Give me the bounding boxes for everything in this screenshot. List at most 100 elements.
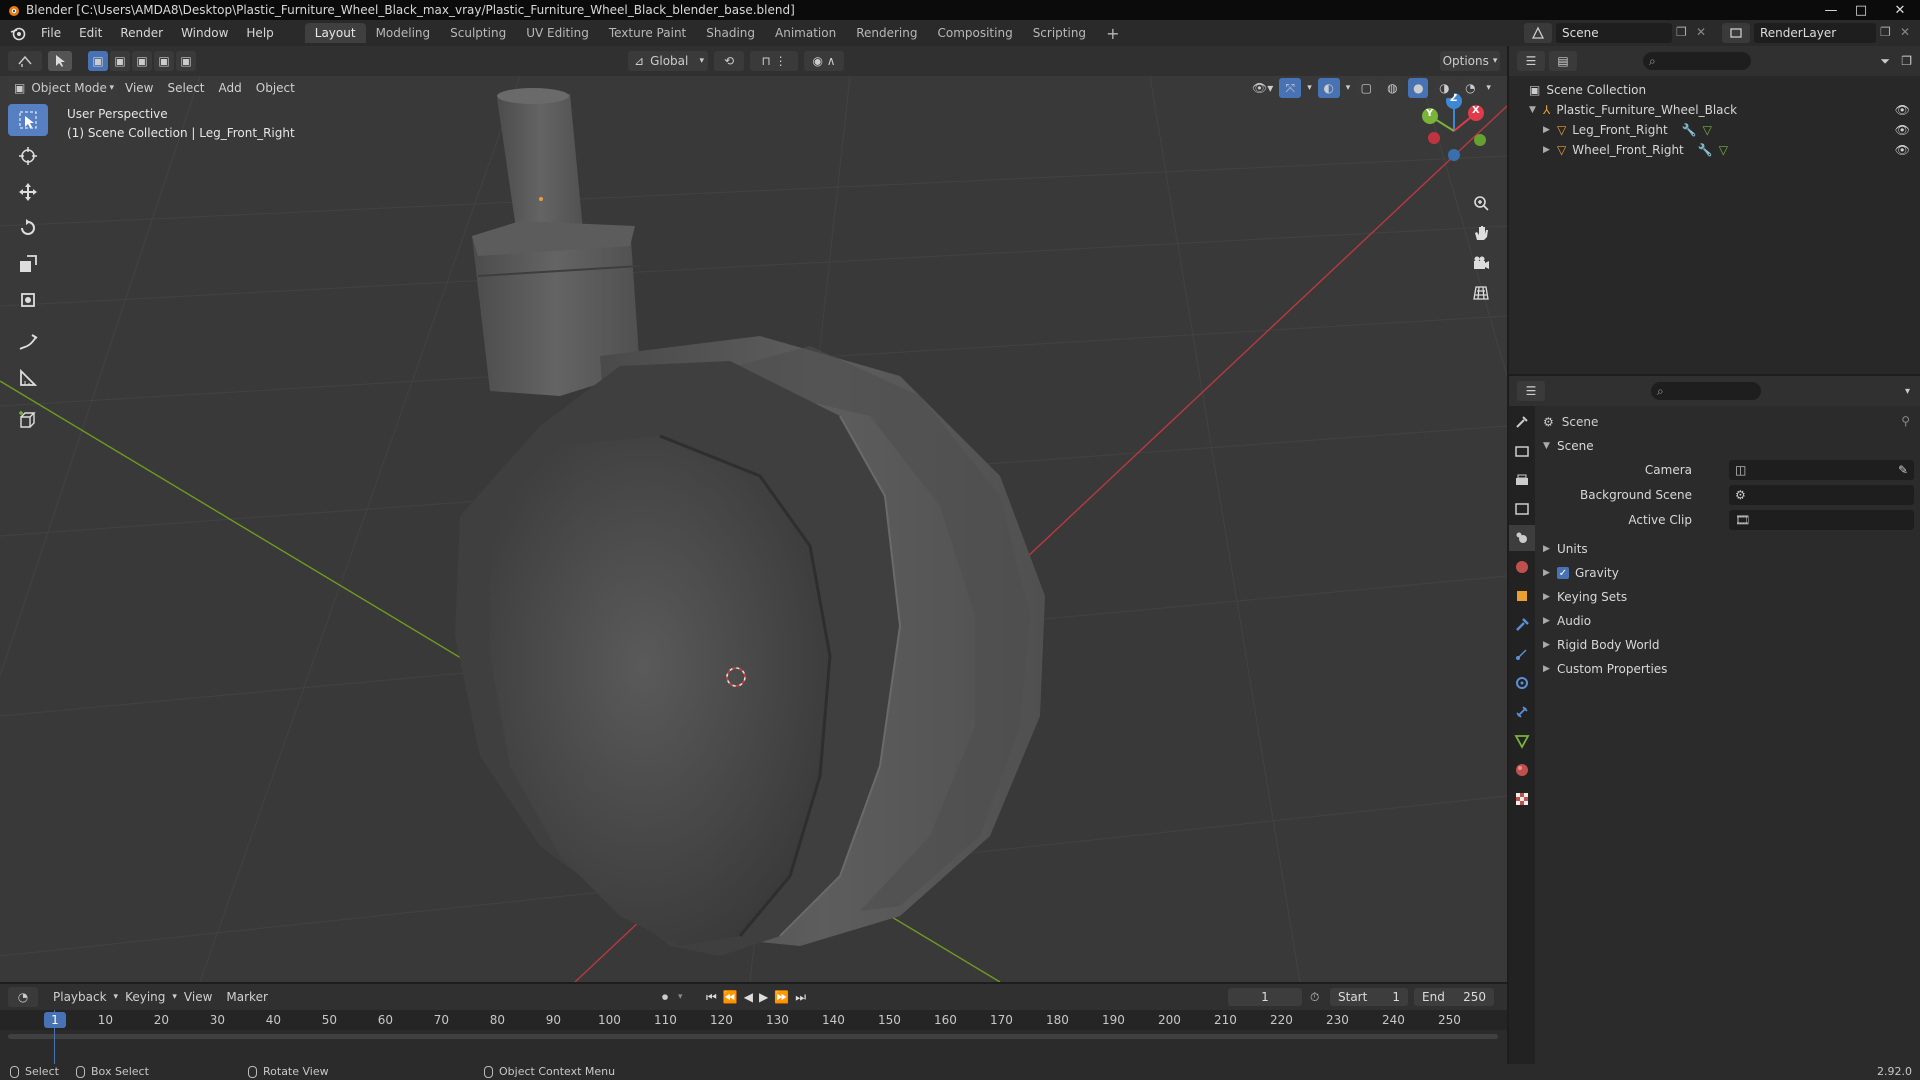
gizmo-y-label[interactable]: Y	[1426, 108, 1433, 119]
outliner-row-object[interactable]: ▶ ▽ Leg_Front_Right 🔧 ▽ 👁	[1509, 120, 1920, 140]
current-frame-field[interactable]: 1	[1228, 988, 1302, 1006]
tab-sculpting[interactable]: Sculpting	[440, 23, 516, 43]
tool-select-icon[interactable]	[48, 51, 72, 71]
proportional-edit-icon[interactable]: ◉ ∧	[804, 51, 844, 71]
tab-shading[interactable]: Shading	[696, 23, 765, 43]
panel-scene-header[interactable]: ▼ Scene	[1543, 436, 1594, 456]
panel-units-header[interactable]: ▶ Units	[1543, 539, 1588, 559]
outliner-row-scene-collection[interactable]: ▣ Scene Collection	[1509, 80, 1920, 100]
physics-tab-icon[interactable]	[1509, 670, 1535, 696]
tool-tab-icon[interactable]	[1509, 409, 1535, 435]
menu-window[interactable]: Window	[172, 20, 237, 46]
object-mode-dropdown[interactable]: ▣ Object Mode ▾	[8, 78, 118, 98]
tab-modeling[interactable]: Modeling	[366, 23, 441, 43]
timeline-editor-type-icon[interactable]: ◔	[8, 987, 38, 1007]
object-menu[interactable]: Object	[249, 81, 302, 95]
timeline-scrollbar[interactable]	[8, 1034, 1498, 1039]
end-frame-field[interactable]: End 250	[1414, 988, 1494, 1006]
select-box-icon[interactable]	[8, 104, 48, 136]
menu-render[interactable]: Render	[111, 20, 172, 46]
select-intersect-icon[interactable]: ▣	[176, 51, 196, 71]
marker-menu[interactable]: Marker	[219, 990, 274, 1004]
active-clip-field[interactable]: 🎞	[1729, 510, 1914, 530]
tab-animation[interactable]: Animation	[765, 23, 846, 43]
cursor-icon[interactable]	[8, 140, 48, 172]
expand-arrow-icon[interactable]: ▼	[1529, 105, 1543, 115]
scene-browse-icon[interactable]	[1524, 23, 1552, 43]
move-icon[interactable]	[8, 176, 48, 208]
add-workspace-button[interactable]: +	[1096, 23, 1129, 43]
jump-end-icon[interactable]: ⏭	[795, 990, 806, 1005]
select-new-icon[interactable]: ▣	[88, 51, 108, 71]
maximize-button[interactable]: □	[1846, 0, 1876, 20]
3d-viewport[interactable]: Z X Y User Perspective (1) Scene Collect…	[0, 76, 1507, 982]
camera-field[interactable]: ◫ ✎	[1729, 460, 1914, 480]
select-invert-icon[interactable]: ▣	[154, 51, 174, 71]
shading-dropdown-icon[interactable]: ▾	[1486, 83, 1491, 93]
xray-toggle-icon[interactable]: ▢	[1356, 78, 1377, 98]
blender-menu-icon[interactable]	[10, 25, 26, 41]
gravity-checkbox[interactable]: ✓	[1557, 567, 1569, 579]
panel-gravity-header[interactable]: ▶ ✓ Gravity	[1543, 563, 1619, 583]
visibility-eye-icon[interactable]: 👁	[1895, 123, 1910, 137]
outliner-row-collection[interactable]: ▼ ⅄ Plastic_Furniture_Wheel_Black 👁	[1509, 100, 1920, 120]
select-subtract-icon[interactable]: ▣	[132, 51, 152, 71]
constraints-tab-icon[interactable]	[1509, 699, 1535, 725]
chevron-down-icon[interactable]: ▾	[1905, 386, 1910, 397]
add-cube-icon[interactable]	[8, 404, 48, 436]
view-layer-browse-icon[interactable]	[1722, 23, 1750, 43]
panel-keying-sets-header[interactable]: ▶ Keying Sets	[1543, 587, 1627, 607]
object-tab-icon[interactable]	[1509, 583, 1535, 609]
add-menu[interactable]: Add	[212, 81, 249, 95]
particles-tab-icon[interactable]	[1509, 641, 1535, 667]
next-keyframe-icon[interactable]: ⏩	[774, 990, 789, 1005]
properties-editor-type-icon[interactable]: ☰	[1517, 381, 1545, 401]
panel-rigid-body-header[interactable]: ▶ Rigid Body World	[1543, 635, 1660, 655]
overlay-toggle-icon[interactable]: ◐	[1317, 78, 1340, 98]
background-scene-field[interactable]: ⚙	[1729, 485, 1914, 505]
pan-hand-icon[interactable]	[1468, 220, 1494, 246]
tab-layout[interactable]: Layout	[304, 23, 366, 43]
editor-type-icon[interactable]	[8, 51, 42, 71]
expand-arrow-icon[interactable]: ▶	[1543, 125, 1557, 135]
record-icon[interactable]: ⏺	[662, 990, 668, 1005]
new-view-layer-icon[interactable]: ❐	[1880, 25, 1891, 39]
gizmo-dropdown-icon[interactable]: ▾	[1307, 83, 1312, 93]
view-layer-field[interactable]: RenderLayer	[1754, 23, 1876, 43]
annotate-icon[interactable]	[8, 326, 48, 358]
tab-texture-paint[interactable]: Texture Paint	[599, 23, 696, 43]
pin-icon[interactable]: ⚲	[1901, 414, 1910, 428]
gizmo-x-label[interactable]: X	[1472, 105, 1480, 116]
wireframe-shading-icon[interactable]: ◍	[1382, 78, 1403, 98]
panel-audio-header[interactable]: ▶ Audio	[1543, 611, 1591, 631]
menu-help[interactable]: Help	[237, 20, 282, 46]
data-tab-icon[interactable]	[1509, 728, 1535, 754]
expand-arrow-icon[interactable]: ▶	[1543, 145, 1557, 155]
eyedropper-icon[interactable]: ✎	[1898, 463, 1908, 477]
texture-tab-icon[interactable]	[1509, 786, 1535, 812]
rendered-shading-icon[interactable]: ◔	[1460, 78, 1481, 98]
tab-uv-editing[interactable]: UV Editing	[516, 23, 599, 43]
timeline-view-menu[interactable]: View	[177, 990, 219, 1004]
scale-icon[interactable]	[8, 248, 48, 280]
visibility-eye-icon[interactable]: 👁	[1895, 103, 1910, 117]
outliner-row-object[interactable]: ▶ ▽ Wheel_Front_Right 🔧 ▽ 👁	[1509, 140, 1920, 160]
tab-rendering[interactable]: Rendering	[846, 23, 927, 43]
solid-shading-icon[interactable]: ●	[1408, 78, 1429, 98]
chevron-down-icon[interactable]: ▾	[678, 992, 683, 1002]
close-button[interactable]: ✕	[1880, 0, 1920, 20]
delete-scene-icon[interactable]: ✕	[1696, 25, 1706, 39]
material-tab-icon[interactable]	[1509, 757, 1535, 783]
material-shading-icon[interactable]: ◑	[1434, 78, 1455, 98]
playback-menu[interactable]: Playback	[46, 990, 114, 1004]
perspective-toggle-icon[interactable]	[1468, 280, 1494, 306]
transform-icon[interactable]	[8, 284, 48, 316]
visibility-eye-icon[interactable]: 👁	[1895, 143, 1910, 157]
pivot-point-icon[interactable]: ⟲	[714, 51, 744, 71]
playhead-frame-badge[interactable]: 1	[44, 1012, 66, 1028]
output-tab-icon[interactable]	[1509, 467, 1535, 493]
select-menu[interactable]: Select	[160, 81, 211, 95]
minimize-button[interactable]: —	[1816, 0, 1846, 20]
prev-keyframe-icon[interactable]: ⏪	[723, 990, 738, 1005]
rotate-icon[interactable]	[8, 212, 48, 244]
